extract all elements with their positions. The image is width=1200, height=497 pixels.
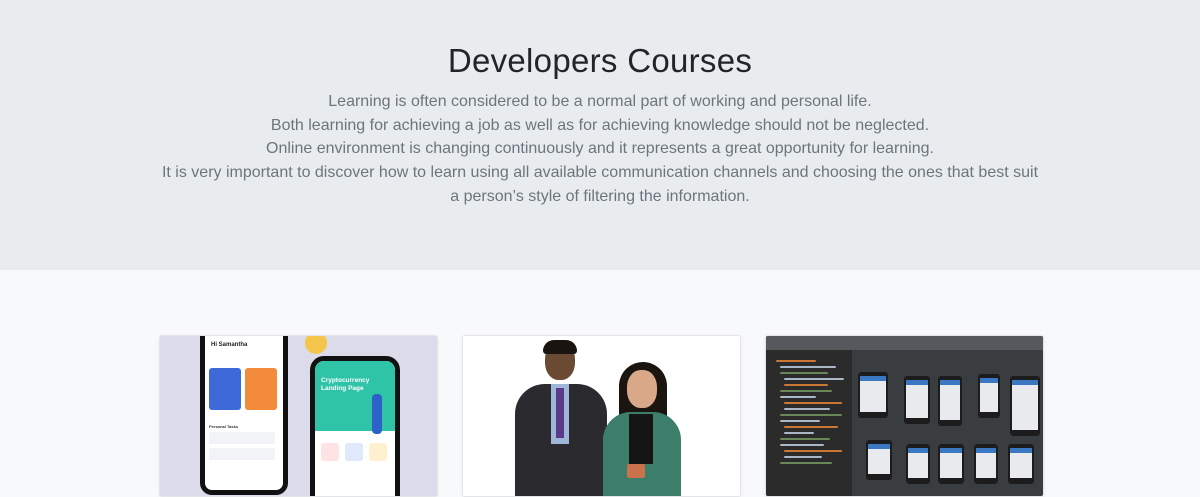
- device-preview: [858, 372, 888, 418]
- instructor-woman-top: [629, 414, 653, 464]
- app-icon: [369, 443, 387, 461]
- hero-description: Learning is often considered to be a nor…: [150, 90, 1050, 209]
- device-preview: [938, 444, 964, 484]
- page-title: Developers Courses: [447, 42, 753, 79]
- task-tile: [245, 368, 277, 410]
- ide-code-pane: [766, 350, 852, 496]
- device-preview: [866, 440, 892, 480]
- app-icon: [345, 443, 363, 461]
- ide-toolbar: [766, 336, 1043, 350]
- app-icon: [321, 443, 339, 461]
- device-preview: [938, 376, 962, 426]
- task-tile: [209, 368, 241, 410]
- promo-title: Cryptocurrency Landing Page: [321, 377, 370, 392]
- greeting-text: Hi Samantha: [211, 342, 248, 348]
- device-preview: [978, 374, 1000, 418]
- hero-line: a person’s style of filtering the inform…: [450, 187, 750, 205]
- phone-mockup-left: Hi Samantha Personal Tasks: [200, 336, 327, 495]
- hero-line: It is very important to discover how to …: [161, 164, 1039, 182]
- instructor-man-tie: [556, 388, 564, 438]
- avatar: [305, 336, 327, 354]
- hero-line: Learning is often considered to be a nor…: [328, 93, 872, 110]
- illustration-figure: [372, 394, 382, 434]
- device-preview: [1008, 444, 1034, 484]
- instructor-man-hair: [543, 340, 577, 354]
- task-row: [209, 432, 275, 444]
- course-card-list: Hi Samantha Personal Tasks Cryptocurrenc…: [0, 270, 1200, 497]
- device-preview: [1010, 376, 1040, 436]
- phone-mockup-right: Cryptocurrency Landing Page: [310, 356, 400, 496]
- task-row: [209, 448, 275, 460]
- prop-cube: [627, 464, 645, 478]
- device-preview: [904, 376, 930, 424]
- tasks-heading: Personal Tasks: [209, 424, 239, 429]
- device-preview: [906, 444, 930, 484]
- phone-header: [315, 361, 395, 431]
- hero-line: Online environment is changing continuou…: [266, 140, 934, 158]
- device-preview: [974, 444, 998, 484]
- instructor-woman-head: [627, 370, 657, 408]
- hero-line: Both learning for achieving a job as wel…: [270, 116, 930, 134]
- hero-jumbotron: Developers Courses Learning is often con…: [0, 0, 1200, 270]
